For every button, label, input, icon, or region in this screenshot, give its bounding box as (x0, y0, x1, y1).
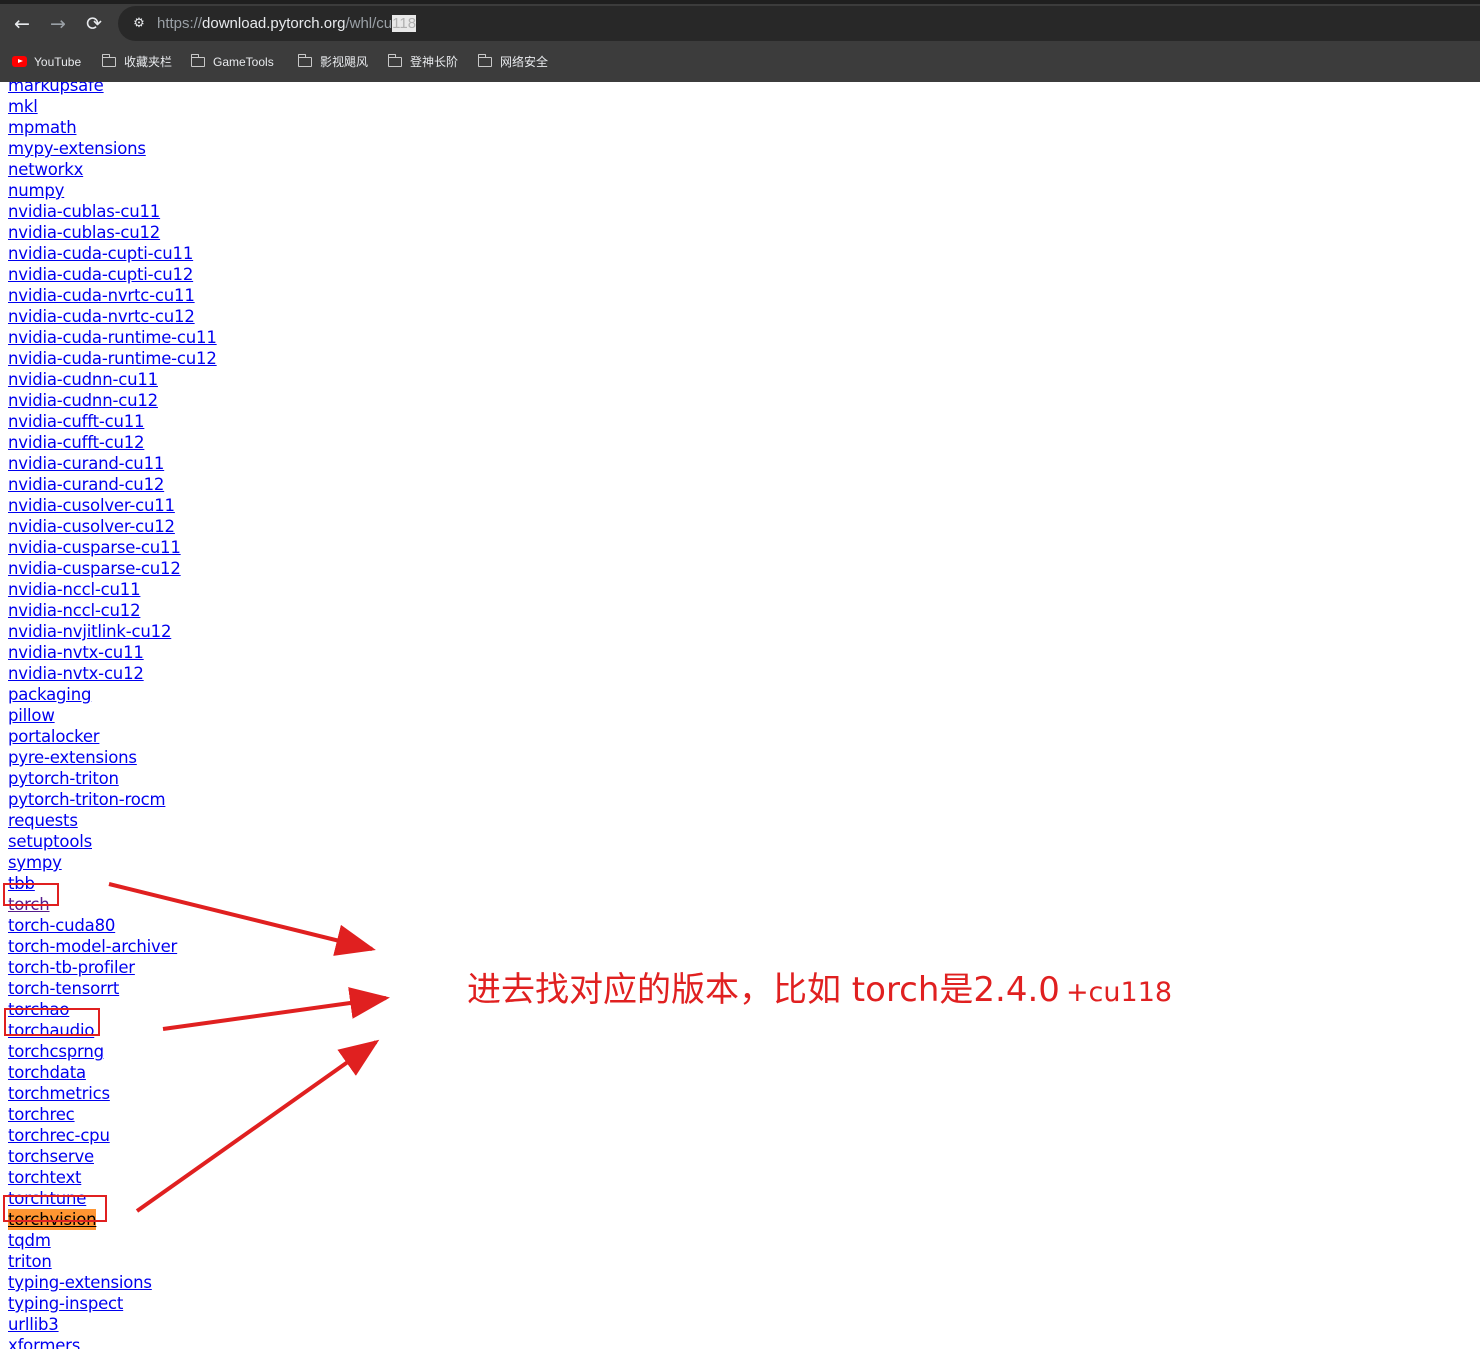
package-link[interactable]: pyre-extensions (8, 747, 137, 768)
package-link[interactable]: torchserve (8, 1146, 94, 1167)
arrow-right-icon: → (50, 13, 66, 35)
package-link[interactable]: nvidia-curand-cu12 (8, 474, 164, 495)
package-link[interactable]: setuptools (8, 831, 92, 852)
annotation-box-torchaudio (4, 1008, 100, 1036)
package-link[interactable]: networkx (8, 159, 83, 180)
package-link[interactable]: nvidia-nccl-cu11 (8, 579, 141, 600)
package-link[interactable]: xformers (8, 1335, 80, 1349)
package-link[interactable]: nvidia-nccl-cu12 (8, 600, 141, 621)
url-text[interactable]: https://download.pytorch.org/whl/cu118 (157, 14, 417, 34)
package-link[interactable]: torch-tb-profiler (8, 957, 135, 978)
package-link[interactable]: mpmath (8, 117, 77, 138)
bookmark-folder-gametools[interactable]: GameTools (190, 53, 274, 71)
package-link[interactable]: packaging (8, 684, 91, 705)
package-link[interactable]: torch-model-archiver (8, 936, 177, 957)
package-link[interactable]: portalocker (8, 726, 100, 747)
package-link[interactable]: nvidia-nvjitlink-cu12 (8, 621, 171, 642)
bookmark-label: 收藏夹栏 (124, 55, 173, 69)
bookmark-label: GameTools (213, 55, 274, 69)
bookmark-label: 网络安全 (500, 55, 549, 69)
url-path: /whl/cu (345, 15, 393, 32)
browser-chrome: ← → ⟳ ⚙ https://download.pytorch.org/whl… (0, 0, 1480, 82)
package-link[interactable]: nvidia-cublas-cu12 (8, 222, 160, 243)
package-link[interactable]: nvidia-cuda-nvrtc-cu11 (8, 285, 195, 306)
package-link[interactable]: urllib3 (8, 1314, 59, 1335)
package-link[interactable]: torch-cuda80 (8, 915, 115, 936)
package-link[interactable]: nvidia-cuda-cupti-cu11 (8, 243, 193, 264)
package-link[interactable]: nvidia-cudnn-cu12 (8, 390, 158, 411)
package-link[interactable]: nvidia-cuda-runtime-cu12 (8, 348, 217, 369)
youtube-icon (12, 56, 27, 67)
folder-icon (387, 54, 402, 67)
annotation-box-torch (3, 883, 59, 906)
package-link[interactable]: nvidia-cudnn-cu11 (8, 369, 158, 390)
bookmark-label: 影视飓风 (320, 55, 369, 69)
forward-button[interactable]: → (44, 10, 72, 38)
package-link[interactable]: torchmetrics (8, 1083, 110, 1104)
reload-button[interactable]: ⟳ (80, 10, 108, 38)
package-link[interactable]: sympy (8, 852, 62, 873)
package-link[interactable]: typing-extensions (8, 1272, 152, 1293)
package-link[interactable]: nvidia-cuda-nvrtc-cu12 (8, 306, 195, 327)
bookmark-label: 登神长阶 (410, 55, 459, 69)
package-link[interactable]: torch-tensorrt (8, 978, 119, 999)
package-link[interactable]: mkl (8, 96, 38, 117)
package-link[interactable]: pillow (8, 705, 55, 726)
folder-icon (297, 54, 312, 67)
arrow-left-icon: ← (14, 13, 30, 35)
page-content: markupsafe mkl mpmath mypy-extensions networ… (0, 82, 1480, 1349)
package-link[interactable]: torchdata (8, 1062, 86, 1083)
url-scheme: https:// (157, 15, 203, 32)
package-link[interactable]: nvidia-cusolver-cu11 (8, 495, 175, 516)
package-link[interactable]: torchrec-cpu (8, 1125, 110, 1146)
annotation-box-torchvision (3, 1195, 107, 1222)
bookmark-label: YouTube (34, 55, 82, 69)
package-link[interactable]: torchtext (8, 1167, 81, 1188)
site-settings-icon[interactable]: ⚙ (128, 13, 150, 35)
bookmark-folder-favorites[interactable]: 收藏夹栏 (101, 53, 173, 71)
bookmark-youtube[interactable]: YouTube (12, 53, 81, 71)
package-link[interactable]: torchrec (8, 1104, 75, 1125)
bookmark-folder-stairway[interactable]: 登神长阶 (387, 53, 459, 71)
package-link[interactable]: nvidia-cusparse-cu12 (8, 558, 181, 579)
folder-icon (477, 54, 492, 67)
package-link[interactable]: nvidia-nvtx-cu11 (8, 642, 144, 663)
package-link[interactable]: nvidia-cufft-cu11 (8, 411, 145, 432)
address-bar[interactable]: ⚙ https://download.pytorch.org/whl/cu118 (118, 6, 1480, 41)
package-index-list: markupsafe mkl mpmath mypy-extensions networ… (8, 82, 217, 1349)
bookmark-folder-security[interactable]: 网络安全 (477, 53, 549, 71)
package-link[interactable]: pytorch-triton-rocm (8, 789, 166, 810)
annotation-suffix: +cu118 (1065, 977, 1173, 1008)
bookmarks-bar: YouTube 收藏夹栏 GameTools 影视飓风 登神长阶 网络安全 (0, 46, 1480, 76)
package-link[interactable]: nvidia-cusolver-cu12 (8, 516, 175, 537)
package-link[interactable]: requests (8, 810, 78, 831)
package-link[interactable]: nvidia-nvtx-cu12 (8, 663, 144, 684)
package-link[interactable]: nvidia-cuda-cupti-cu12 (8, 264, 193, 285)
url-host: download.pytorch.org (202, 15, 346, 32)
package-link[interactable]: mypy-extensions (8, 138, 146, 159)
annotation-text: 进去找对应的版本，比如 torch是2.4.0 (467, 970, 1060, 1010)
bookmark-folder-mediastorm[interactable]: 影视飓风 (297, 53, 369, 71)
package-link[interactable]: nvidia-cufft-cu12 (8, 432, 145, 453)
package-link[interactable]: nvidia-cublas-cu11 (8, 201, 160, 222)
url-selected-text: 118 (392, 15, 417, 32)
package-link[interactable]: tqdm (8, 1230, 51, 1251)
package-link[interactable]: torchcsprng (8, 1041, 104, 1062)
package-link[interactable]: numpy (8, 180, 64, 201)
folder-icon (190, 54, 205, 67)
back-button[interactable]: ← (8, 10, 36, 38)
package-link[interactable]: markupsafe (8, 82, 104, 96)
annotation-note: 进去找对应的版本，比如 torch是2.4.0 +cu118 (467, 962, 1172, 1011)
folder-icon (101, 54, 116, 67)
package-link[interactable]: nvidia-curand-cu11 (8, 453, 164, 474)
package-link[interactable]: nvidia-cuda-runtime-cu11 (8, 327, 217, 348)
package-link[interactable]: pytorch-triton (8, 768, 119, 789)
reload-icon: ⟳ (86, 13, 102, 35)
package-link[interactable]: triton (8, 1251, 52, 1272)
package-link[interactable]: nvidia-cusparse-cu11 (8, 537, 181, 558)
package-link[interactable]: typing-inspect (8, 1293, 123, 1314)
